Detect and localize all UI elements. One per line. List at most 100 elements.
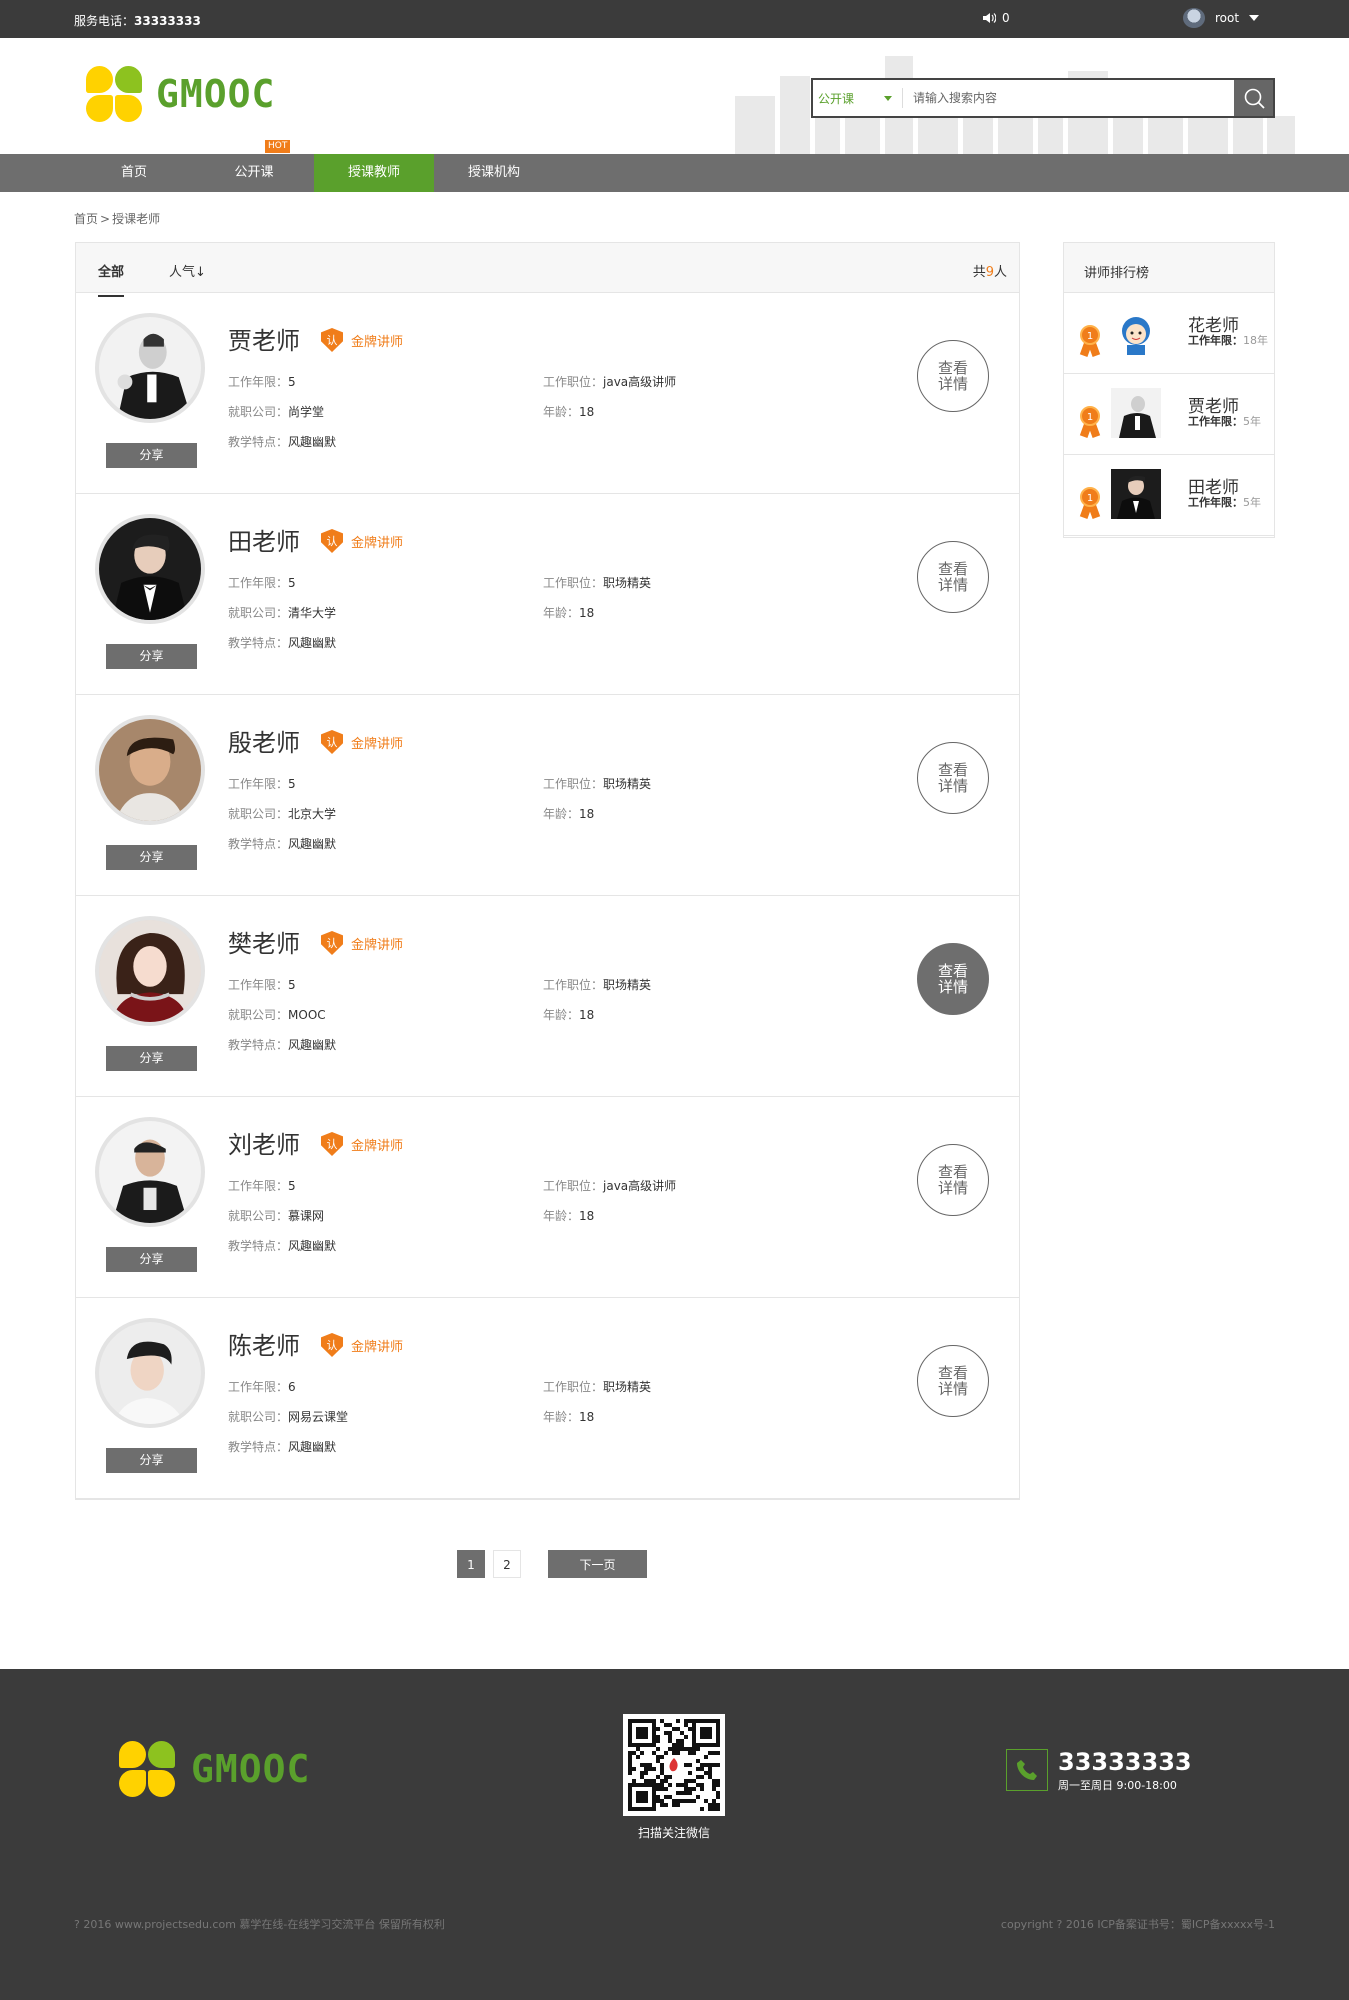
field-company: 就职公司：清华大学: [228, 604, 336, 621]
field-feature: 教学特点：风趣幽默: [228, 1237, 336, 1254]
user-menu[interactable]: root: [1183, 8, 1260, 28]
qr-caption: 扫描关注微信: [637, 1826, 710, 1840]
nav-open-course[interactable]: 公开课: [194, 154, 314, 192]
field-age: 年龄：18: [543, 403, 594, 420]
teacher-photo[interactable]: [95, 715, 205, 825]
tab-popular[interactable]: 人气↓: [169, 261, 206, 280]
medal-icon: 1: [1079, 406, 1101, 438]
breadcrumb-home[interactable]: 首页: [74, 212, 98, 226]
field-value: 5: [288, 576, 296, 590]
medal-icon: 1: [1079, 487, 1101, 519]
teacher-name[interactable]: 贾老师: [228, 321, 300, 356]
field-label: 工作年限：: [228, 576, 289, 590]
field-value: 清华大学: [288, 606, 337, 620]
teacher-photo[interactable]: [95, 514, 205, 624]
footer-phone: 33333333: [1058, 1748, 1192, 1776]
gold-teacher-badge: 认 金牌讲师: [321, 1333, 403, 1357]
teacher-photo[interactable]: [95, 916, 205, 1026]
field-label: 工作职位：: [543, 576, 604, 590]
field-value: java高级讲师: [603, 1179, 677, 1193]
dropdown-caret-icon: [884, 95, 892, 101]
field-label: 工作职位：: [543, 777, 604, 791]
share-button[interactable]: 分享: [106, 845, 197, 870]
search-input[interactable]: [903, 80, 1234, 116]
ranking-avatar: [1111, 307, 1161, 357]
nav-home[interactable]: 首页: [74, 154, 194, 192]
teacher-name[interactable]: 殷老师: [228, 723, 300, 758]
arrow-down-icon: ↓: [195, 265, 206, 280]
view-detail-button[interactable]: 查看 详情: [917, 943, 989, 1015]
view-detail-button[interactable]: 查看 详情: [917, 1345, 989, 1417]
next-page-button[interactable]: 下一页: [548, 1550, 647, 1578]
page-2[interactable]: 2: [493, 1550, 521, 1578]
gold-teacher-badge: 认 金牌讲师: [321, 931, 403, 955]
field-position: 工作职位：职场精英: [543, 1378, 651, 1395]
nav-orgs[interactable]: 授课机构: [434, 154, 554, 192]
tab-all[interactable]: 全部: [98, 261, 125, 297]
badge-label: 金牌讲师: [351, 937, 404, 953]
share-button[interactable]: 分享: [106, 1046, 197, 1071]
ranking-item[interactable]: 1 花老师 工作年限：18年: [1064, 293, 1274, 374]
field-feature: 教学特点：风趣幽默: [228, 634, 336, 651]
notification-button[interactable]: 0: [982, 11, 1010, 25]
field-value: 职场精英: [603, 576, 652, 590]
search-button[interactable]: [1234, 80, 1273, 116]
chevron-down-icon: [1249, 15, 1260, 21]
share-button[interactable]: 分享: [106, 644, 197, 669]
teacher-name[interactable]: 刘老师: [228, 1125, 300, 1160]
ranking-years: 工作年限：5年: [1188, 495, 1270, 510]
teacher-name[interactable]: 樊老师: [228, 924, 300, 959]
field-label: 年龄：: [543, 1008, 580, 1022]
gold-teacher-badge: 认 金牌讲师: [321, 328, 403, 352]
total-number: 9: [985, 265, 994, 280]
field-value: 18: [579, 807, 595, 821]
field-label: 就职公司：: [228, 1410, 289, 1424]
field-value: 18: [579, 606, 595, 620]
teacher-photo[interactable]: [95, 1318, 205, 1428]
ranking-title: 讲师排行榜: [1064, 243, 1274, 293]
footer: GMOOC 扫描关注微信 33333333 周一至周日 9:00-18:00: [0, 1669, 1349, 2000]
nav-teachers[interactable]: 授课教师: [314, 154, 434, 192]
field-label: 工作职位：: [543, 1179, 604, 1193]
field-label: 教学特点：: [228, 435, 289, 449]
field-age: 年龄：18: [543, 604, 594, 621]
certified-shield-icon: 认: [321, 931, 343, 955]
field-value: 5: [288, 375, 296, 389]
field-value: 18: [579, 1209, 595, 1223]
tab-popular-label: 人气: [169, 265, 196, 280]
search-category-select[interactable]: 公开课: [813, 88, 903, 108]
field-age: 年龄：18: [543, 1207, 594, 1224]
field-years: 工作年限：5: [228, 1177, 296, 1194]
gold-teacher-badge: 认 金牌讲师: [321, 730, 403, 754]
field-company: 就职公司：慕课网: [228, 1207, 324, 1224]
field-label: 就职公司：: [228, 1209, 289, 1223]
view-detail-button[interactable]: 查看 详情: [917, 340, 989, 412]
field-label: 工作年限：: [228, 777, 289, 791]
field-label: 年龄：: [543, 1209, 580, 1223]
view-detail-button[interactable]: 查看 详情: [917, 742, 989, 814]
share-button[interactable]: 分享: [106, 1448, 197, 1473]
ranking-item[interactable]: 1 贾老师 工作年限：5年: [1064, 374, 1274, 455]
share-button[interactable]: 分享: [106, 1247, 197, 1272]
view-detail-button[interactable]: 查看 详情: [917, 541, 989, 613]
site-logo[interactable]: GMOOC: [84, 64, 275, 124]
detail-line2: 详情: [937, 978, 968, 996]
teacher-ranking: 讲师排行榜 1 花老师 工作年限：18年 1 贾老师 工作年限：5年 1 田老师…: [1063, 242, 1275, 538]
rank-number: 1: [1080, 406, 1100, 426]
teacher-photo[interactable]: [95, 313, 205, 423]
field-label: 教学特点：: [228, 636, 289, 650]
view-detail-button[interactable]: 查看 详情: [917, 1144, 989, 1216]
teacher-row: 分享 陈老师 认 金牌讲师 工作年限：6 就职公司：网易云课堂 教学特点：风趣幽…: [76, 1298, 1019, 1499]
share-button[interactable]: 分享: [106, 443, 197, 468]
field-position: 工作职位：java高级讲师: [543, 373, 676, 390]
page-1[interactable]: 1: [457, 1550, 485, 1578]
teacher-photo[interactable]: [95, 1117, 205, 1227]
detail-line2: 详情: [937, 1179, 968, 1197]
teacher-name[interactable]: 陈老师: [228, 1326, 300, 1361]
ranking-years-label: 工作年限：: [1188, 496, 1243, 509]
certified-shield-icon: 认: [321, 328, 343, 352]
field-value: 5: [288, 1179, 296, 1193]
teacher-name[interactable]: 田老师: [228, 522, 300, 557]
ranking-years-value: 18年: [1243, 334, 1268, 347]
ranking-item[interactable]: 1 田老师 工作年限：5年: [1064, 455, 1274, 536]
